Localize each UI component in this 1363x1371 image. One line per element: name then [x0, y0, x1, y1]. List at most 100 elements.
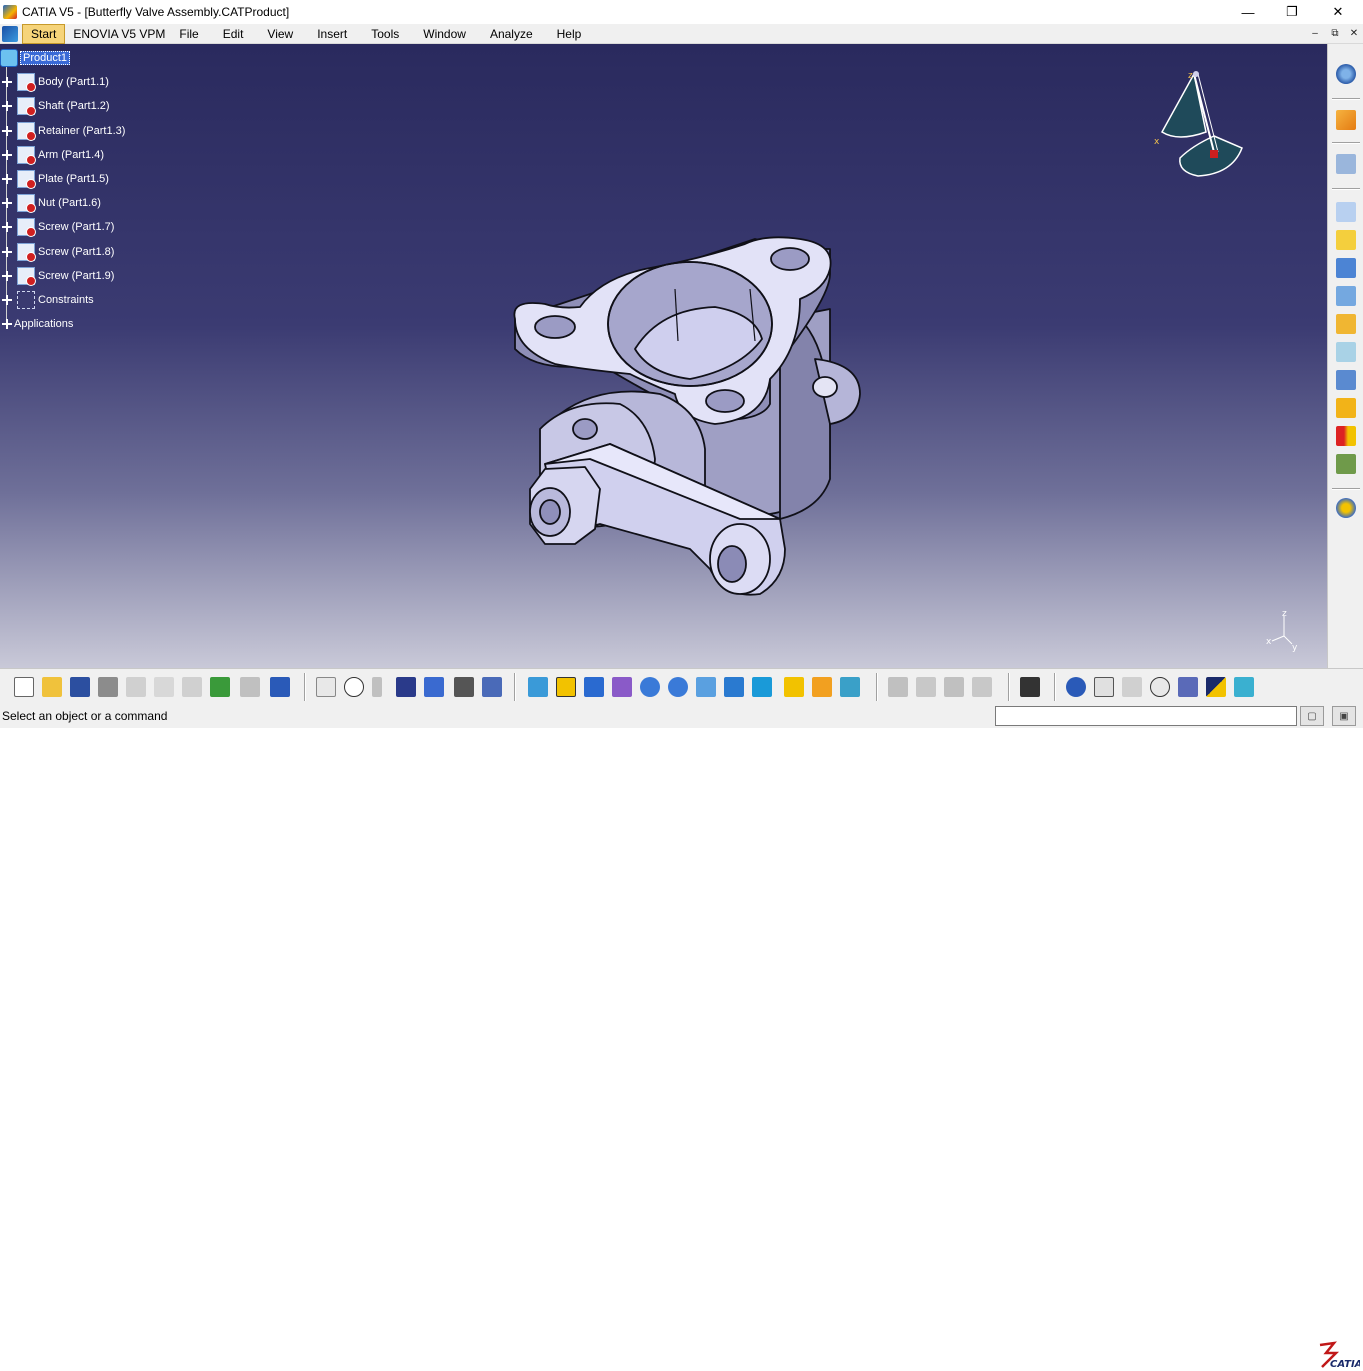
select-icon[interactable]	[1336, 110, 1356, 130]
catalog-browser-icon[interactable]	[1336, 202, 1356, 222]
compass-top-handle[interactable]	[1193, 71, 1199, 77]
offset-constraint-icon[interactable]	[1336, 426, 1356, 446]
expand-icon[interactable]	[2, 246, 12, 257]
measure-between-icon[interactable]	[916, 677, 936, 697]
catia-menu-icon[interactable]	[2, 25, 18, 42]
expand-icon[interactable]	[2, 198, 12, 209]
minimize-button[interactable]: —	[1225, 0, 1271, 24]
menu-enovia[interactable]: ENOVIA V5 VPM	[65, 24, 173, 44]
zoom-in-icon[interactable]	[640, 677, 660, 697]
cut-icon[interactable]	[126, 677, 146, 697]
tree-item-arm[interactable]: Arm (Part1.4)	[0, 143, 125, 167]
capture-icon[interactable]	[1020, 677, 1040, 697]
zoom-out-icon[interactable]	[668, 677, 688, 697]
mdi-close-button[interactable]: ✕	[1345, 25, 1363, 42]
copy-icon[interactable]	[154, 677, 174, 697]
product-structure-icon[interactable]	[1336, 64, 1356, 84]
comment-icon[interactable]	[344, 677, 364, 697]
measure-icon[interactable]	[1336, 498, 1356, 518]
undo-icon[interactable]	[210, 677, 230, 697]
snap-icon[interactable]	[1336, 154, 1356, 174]
menu-help[interactable]: Help	[545, 24, 594, 44]
shading-icon[interactable]	[840, 677, 860, 697]
previous-view-icon[interactable]	[1094, 677, 1114, 697]
mdi-restore-button[interactable]: ⧉	[1326, 25, 1344, 42]
rotate-icon[interactable]	[612, 677, 632, 697]
expand-icon[interactable]	[2, 294, 12, 305]
power-input-button[interactable]: ▣	[1332, 706, 1356, 726]
iso-view-icon[interactable]	[752, 677, 772, 697]
expand-icon[interactable]	[2, 222, 12, 233]
search-icon[interactable]	[1150, 677, 1170, 697]
normal-view-icon[interactable]	[696, 677, 716, 697]
menu-edit[interactable]: Edit	[211, 24, 256, 44]
menu-tools[interactable]: Tools	[359, 24, 411, 44]
constraint-analysis-icon[interactable]	[944, 677, 964, 697]
sketcher-icon[interactable]	[888, 677, 908, 697]
tree-root[interactable]: Product1	[0, 46, 125, 70]
scene-icon[interactable]	[1234, 677, 1254, 697]
menu-analyze[interactable]: Analyze	[478, 24, 545, 44]
knowledge-icon[interactable]	[372, 677, 382, 697]
command-input[interactable]	[995, 706, 1297, 726]
formula-icon[interactable]	[316, 677, 336, 697]
close-button[interactable]: ✕	[1315, 0, 1361, 24]
3d-viewport[interactable]: Product1 Body (Part1.1) Shaft (Part1.2) …	[0, 44, 1327, 668]
tree-item-screw-2[interactable]: Screw (Part1.8)	[0, 240, 125, 264]
print-icon[interactable]	[98, 677, 118, 697]
swap-visible-icon[interactable]	[812, 677, 832, 697]
mdi-minimize-button[interactable]: –	[1306, 25, 1324, 42]
maximize-button[interactable]: ❐	[1269, 0, 1315, 24]
expand-icon[interactable]	[2, 319, 12, 330]
tree-item-body[interactable]: Body (Part1.1)	[0, 70, 125, 94]
save-icon[interactable]	[70, 677, 90, 697]
compass-widget[interactable]: z x	[1148, 66, 1252, 182]
target-icon[interactable]	[1066, 677, 1086, 697]
tree-item-constraints[interactable]: Constraints	[0, 288, 125, 312]
pan-icon[interactable]	[584, 677, 604, 697]
multi-view-icon[interactable]	[724, 677, 744, 697]
redo-icon[interactable]	[240, 677, 260, 697]
tree-item-screw-1[interactable]: Screw (Part1.7)	[0, 215, 125, 239]
expand-icon[interactable]	[2, 125, 12, 136]
paste-icon[interactable]	[182, 677, 202, 697]
fit-all-icon[interactable]	[556, 677, 576, 697]
table-icon[interactable]	[396, 677, 416, 697]
expand-icon[interactable]	[2, 174, 12, 185]
tree-item-applications[interactable]: Applications	[0, 312, 125, 336]
compass-plane-zx[interactable]	[1161, 71, 1207, 138]
tree-item-retainer[interactable]: Retainer (Part1.3)	[0, 119, 125, 143]
compass-origin-handle[interactable]	[1210, 150, 1218, 158]
stop-command-button[interactable]: ▢	[1300, 706, 1324, 726]
tree-item-plate[interactable]: Plate (Part1.5)	[0, 167, 125, 191]
menu-insert[interactable]: Insert	[305, 24, 359, 44]
reuse-pattern-icon[interactable]	[1336, 454, 1356, 474]
existing-component-icon[interactable]	[1336, 230, 1356, 250]
snap-component-icon[interactable]	[1336, 286, 1356, 306]
new-icon[interactable]	[14, 677, 34, 697]
next-view-icon[interactable]	[1122, 677, 1142, 697]
whats-this-icon[interactable]	[270, 677, 290, 697]
open-icon[interactable]	[42, 677, 62, 697]
hide-show-icon[interactable]	[784, 677, 804, 697]
coincidence-constraint-icon[interactable]	[1336, 370, 1356, 390]
manipulation-icon[interactable]	[1336, 258, 1356, 278]
clash-icon[interactable]	[1336, 342, 1356, 362]
graph-tree-icon[interactable]	[424, 677, 444, 697]
tree-root-label[interactable]: Product1	[20, 51, 71, 66]
apply-material-icon[interactable]	[1206, 677, 1226, 697]
menu-start[interactable]: Start	[22, 23, 66, 44]
tree-item-shaft[interactable]: Shaft (Part1.2)	[0, 94, 125, 118]
expand-icon[interactable]	[2, 270, 12, 281]
update-icon[interactable]	[972, 677, 992, 697]
tree-item-nut[interactable]: Nut (Part1.6)	[0, 191, 125, 215]
menu-file[interactable]: File	[173, 24, 210, 44]
expand-icon[interactable]	[2, 101, 12, 112]
material-icon[interactable]	[1178, 677, 1198, 697]
contact-constraint-icon[interactable]	[1336, 398, 1356, 418]
tree-item-screw-3[interactable]: Screw (Part1.9)	[0, 264, 125, 288]
lock-icon[interactable]	[454, 677, 474, 697]
explode-icon[interactable]	[1336, 314, 1356, 334]
expand-icon[interactable]	[2, 77, 12, 88]
menu-view[interactable]: View	[255, 24, 305, 44]
